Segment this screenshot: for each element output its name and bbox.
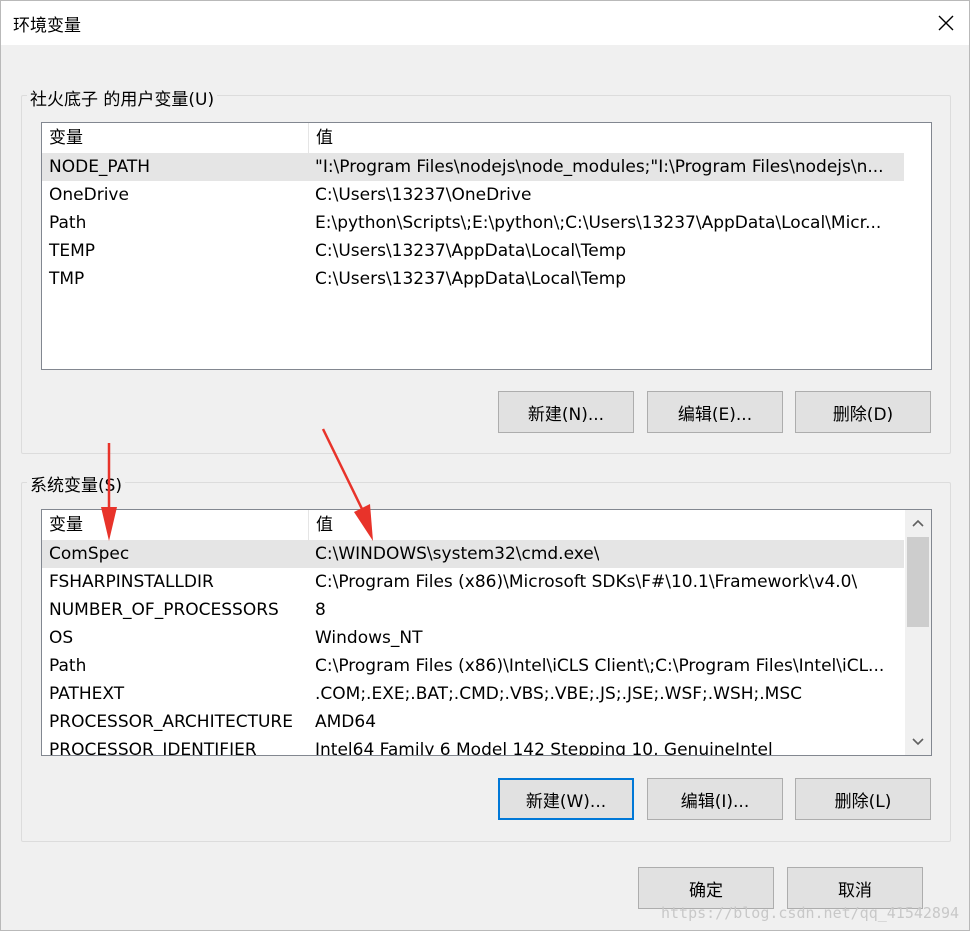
variable-value: C:\Program Files (x86)\Microsoft SDKs\F#… [315, 572, 858, 592]
user-variables-group-label: 社火底子 的用户变量(U) [27, 85, 218, 110]
variable-value: Windows_NT [315, 628, 423, 648]
system-list-header: 变量 值 [42, 510, 904, 540]
system-new-button[interactable]: 新建(W)... [498, 778, 634, 820]
table-row[interactable]: OS Windows_NT [42, 624, 904, 652]
variable-name: TMP [49, 269, 85, 289]
variable-value: C:\Users\13237\OneDrive [315, 185, 532, 205]
variable-name: PROCESSOR_ARCHITECTURE [49, 712, 293, 732]
variable-name: TEMP [49, 241, 96, 261]
close-icon [938, 15, 954, 31]
table-row[interactable]: TMP C:\Users\13237\AppData\Local\Temp [42, 265, 904, 293]
variable-value: C:\Users\13237\AppData\Local\Temp [315, 241, 627, 261]
environment-variables-dialog: 环境变量 社火底子 的用户变量(U) 变量 值 NODE_PATH "I:\Pr… [0, 0, 970, 931]
table-row[interactable]: FSHARPINSTALLDIR C:\Program Files (x86)\… [42, 568, 904, 596]
system-variables-list[interactable]: 变量 值 ComSpec C:\WINDOWS\system32\cmd.exe… [41, 509, 932, 756]
variable-name: Path [49, 213, 87, 233]
title-bar: 环境变量 [1, 1, 969, 45]
table-row[interactable]: OneDrive C:\Users\13237\OneDrive [42, 181, 904, 209]
user-new-button[interactable]: 新建(N)... [498, 391, 634, 433]
scrollbar-thumb[interactable] [907, 537, 929, 627]
variable-name: PATHEXT [49, 684, 125, 704]
variable-value: C:\WINDOWS\system32\cmd.exe\ [315, 544, 600, 564]
variable-value: AMD64 [315, 712, 377, 732]
variable-value: 8 [315, 600, 326, 620]
table-row[interactable]: PATHEXT .COM;.EXE;.BAT;.CMD;.VBS;.VBE;.J… [42, 680, 904, 708]
user-edit-button[interactable]: 编辑(E)... [647, 391, 783, 433]
watermark: https://blog.csdn.net/qq_41542894 [660, 904, 959, 922]
variable-value: C:\Program Files (x86)\Intel\iCLS Client… [315, 656, 885, 676]
variable-name: ComSpec [49, 544, 130, 564]
table-row[interactable]: NUMBER_OF_PROCESSORS 8 [42, 596, 904, 624]
table-row[interactable]: PROCESSOR_IDENTIFIER Intel64 Family 6 Mo… [42, 736, 904, 756]
column-header-variable[interactable]: 变量 [42, 123, 309, 153]
variable-name: FSHARPINSTALLDIR [49, 572, 214, 592]
table-row[interactable]: NODE_PATH "I:\Program Files\nodejs\node_… [42, 153, 904, 181]
variable-value: E:\python\Scripts\;E:\python\;C:\Users\1… [315, 213, 882, 233]
column-header-variable[interactable]: 变量 [42, 510, 309, 540]
user-variables-list[interactable]: 变量 值 NODE_PATH "I:\Program Files\nodejs\… [41, 122, 932, 370]
chevron-up-icon [912, 519, 924, 527]
user-delete-button[interactable]: 删除(D) [795, 391, 931, 433]
system-edit-button[interactable]: 编辑(I)... [647, 778, 783, 820]
variable-name: Path [49, 656, 87, 676]
variable-value: Intel64 Family 6 Model 142 Stepping 10, … [315, 740, 773, 756]
table-row[interactable]: TEMP C:\Users\13237\AppData\Local\Temp [42, 237, 904, 265]
cancel-button[interactable]: 取消 [787, 867, 923, 909]
vertical-scrollbar[interactable] [905, 510, 931, 755]
user-list-header: 变量 值 [42, 123, 904, 153]
table-row[interactable]: PROCESSOR_ARCHITECTURE AMD64 [42, 708, 904, 736]
chevron-down-icon [912, 738, 924, 746]
column-header-value[interactable]: 值 [309, 510, 904, 540]
variable-name: OneDrive [49, 185, 129, 205]
variable-name: NODE_PATH [49, 157, 151, 177]
scroll-up-button[interactable] [905, 510, 931, 536]
variable-name: PROCESSOR_IDENTIFIER [49, 740, 257, 756]
variable-name: NUMBER_OF_PROCESSORS [49, 600, 279, 620]
table-row[interactable]: Path C:\Program Files (x86)\Intel\iCLS C… [42, 652, 904, 680]
variable-value: C:\Users\13237\AppData\Local\Temp [315, 269, 627, 289]
variable-value: .COM;.EXE;.BAT;.CMD;.VBS;.VBE;.JS;.JSE;.… [315, 684, 803, 704]
system-delete-button[interactable]: 删除(L) [795, 778, 931, 820]
table-row[interactable]: Path E:\python\Scripts\;E:\python\;C:\Us… [42, 209, 904, 237]
variable-name: OS [49, 628, 74, 648]
ok-button[interactable]: 确定 [638, 867, 774, 909]
system-variables-group-label: 系统变量(S) [27, 471, 126, 496]
close-button[interactable] [923, 1, 969, 45]
window-title: 环境变量 [13, 16, 81, 36]
variable-value: "I:\Program Files\nodejs\node_modules;"I… [315, 157, 884, 177]
table-row[interactable]: ComSpec C:\WINDOWS\system32\cmd.exe\ [42, 540, 904, 568]
scroll-down-button[interactable] [905, 729, 931, 755]
column-header-value[interactable]: 值 [309, 123, 904, 153]
